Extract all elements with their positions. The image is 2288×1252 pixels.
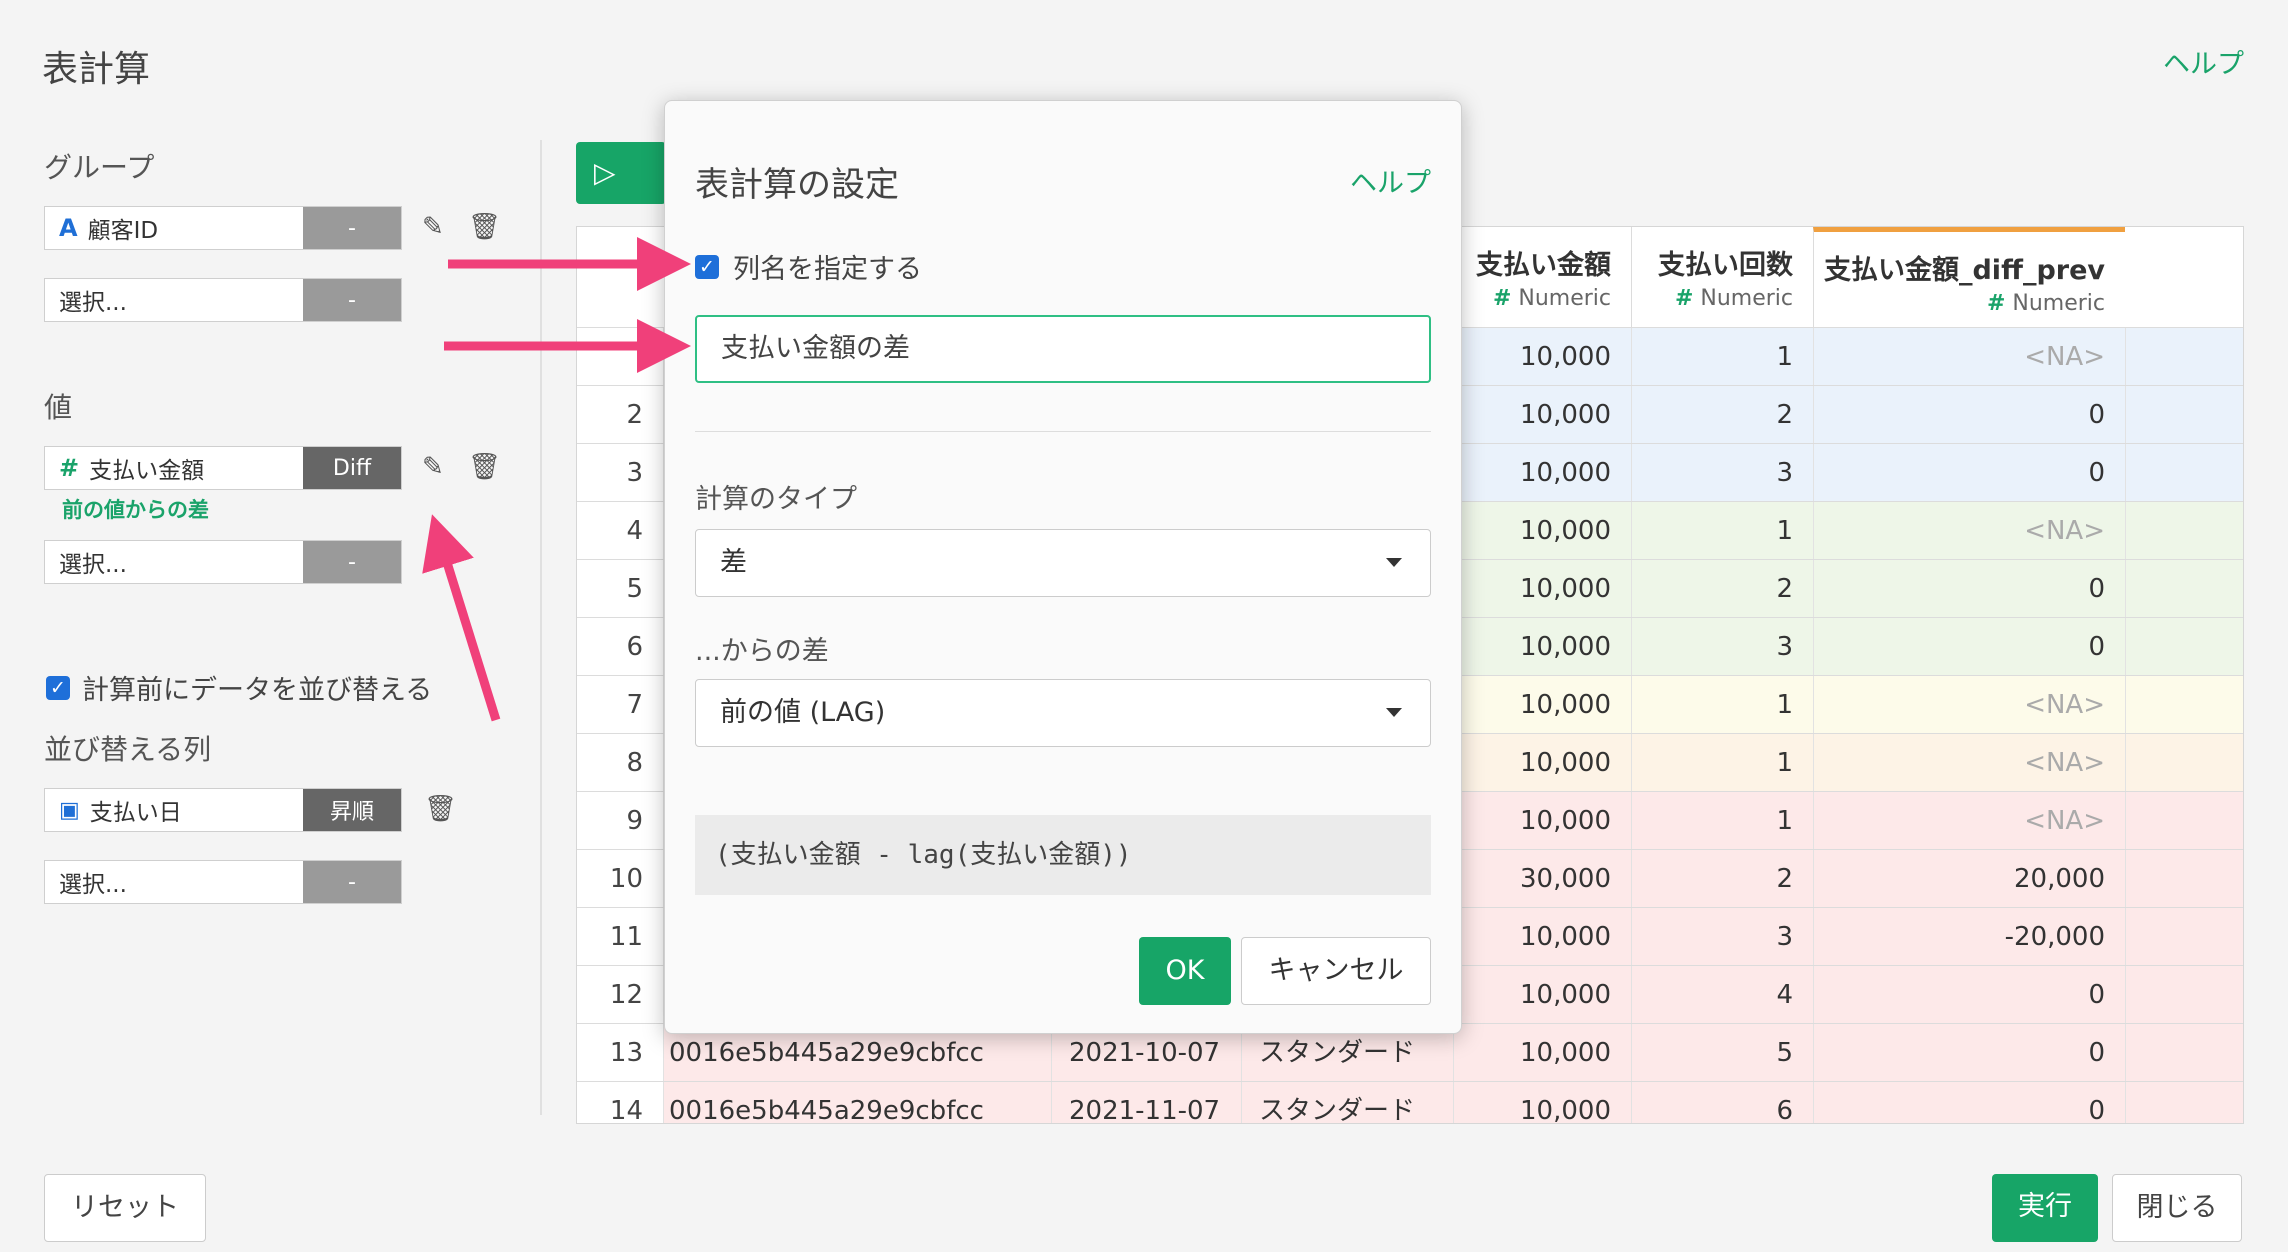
run-button[interactable]: 実行 <box>1992 1174 2098 1242</box>
arrow-to-edit-icon <box>422 514 501 722</box>
close-button[interactable]: 閉じる <box>2112 1174 2242 1242</box>
annotation-arrows <box>422 237 691 722</box>
reset-button[interactable]: リセット <box>44 1174 206 1242</box>
